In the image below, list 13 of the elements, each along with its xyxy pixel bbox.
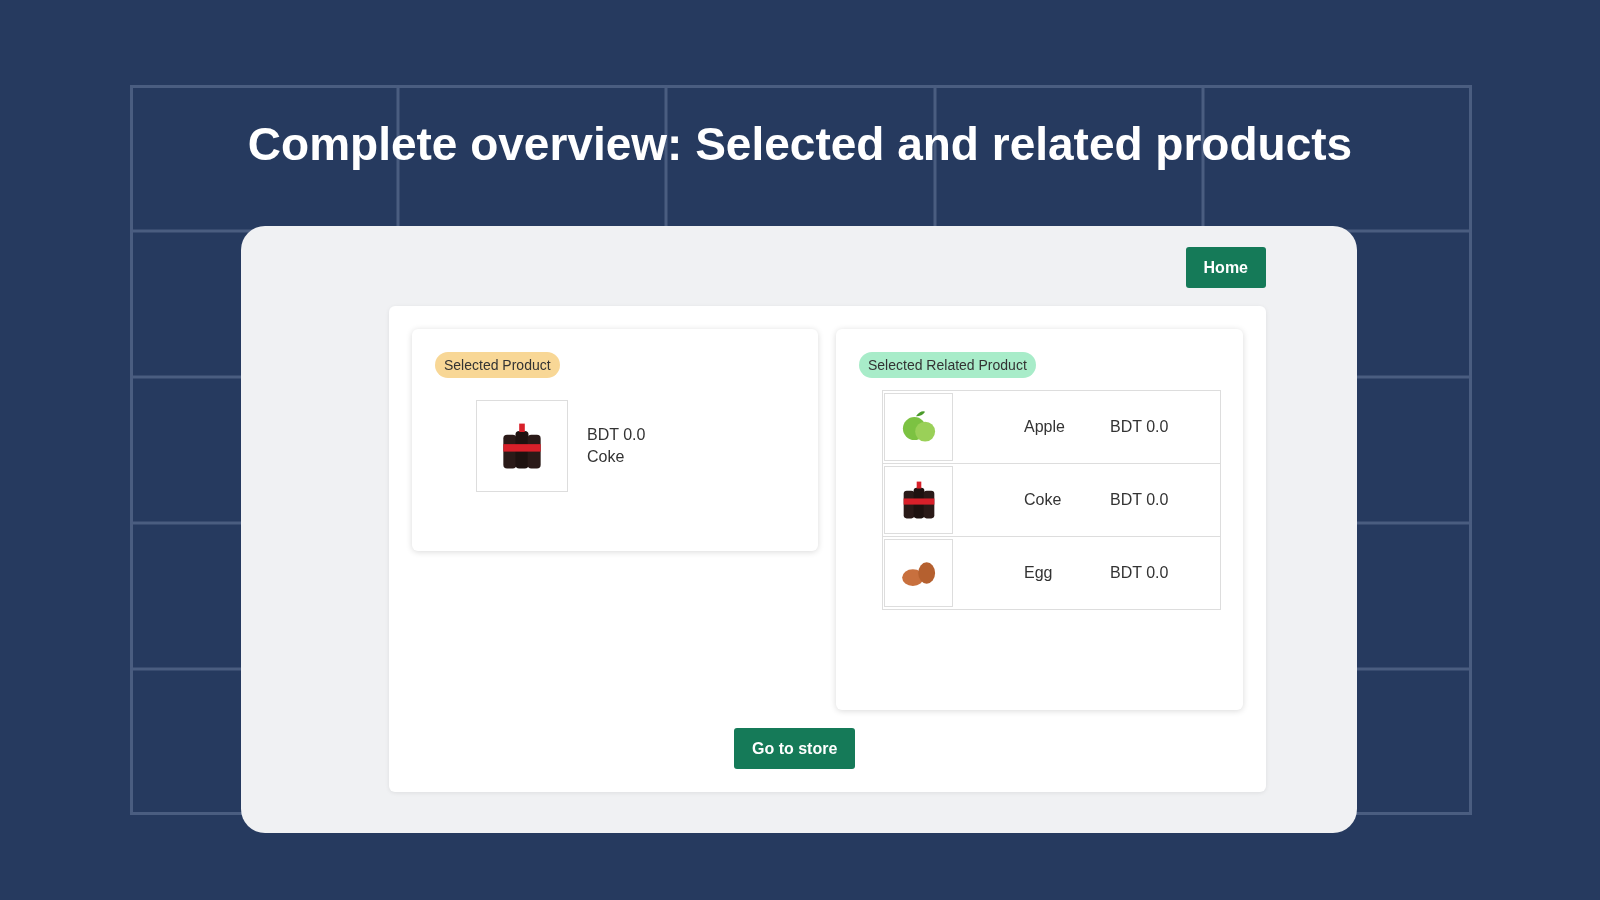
product-price: BDT 0.0: [1110, 418, 1169, 436]
product-name: Coke: [587, 448, 626, 466]
product-name: Coke: [1024, 491, 1063, 509]
selected-product-badge: Selected Product: [435, 352, 560, 378]
home-button[interactable]: Home: [1185, 247, 1266, 288]
page-title: Complete overview: Selected and related products: [247, 117, 1353, 172]
product-name: Egg: [1024, 564, 1054, 582]
product-price: BDT 0.0: [1110, 564, 1169, 582]
go-to-store-button[interactable]: Go to store: [734, 728, 856, 769]
product-name: Apple: [1024, 418, 1066, 436]
product-price: BDT 0.0: [587, 426, 646, 444]
related-product-badge: Selected Related Product: [859, 352, 1036, 378]
product-price: BDT 0.0: [1110, 491, 1169, 509]
